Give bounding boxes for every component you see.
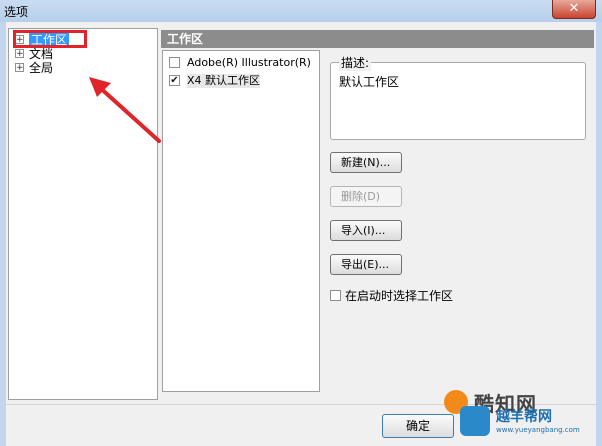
workspace-item-label: Adobe(R) Illustrator(R)	[187, 56, 311, 69]
description-label: 描述:	[339, 54, 372, 71]
title-bar: 选项 ✕	[0, 0, 602, 23]
yueyang-logo-icon	[460, 406, 490, 436]
workspace-item-label: X4 默认工作区	[187, 74, 261, 88]
delete-button[interactable]: 删除(D)	[330, 186, 402, 207]
checkbox-icon[interactable]	[169, 57, 180, 68]
checkbox-icon[interactable]: ✔	[169, 75, 180, 86]
description-text: 默认工作区	[339, 75, 400, 89]
startup-checkbox-label: 在启动时选择工作区	[345, 289, 454, 303]
yueyang-watermark: 越羊帮网 www.yueyangbang.com	[460, 404, 600, 444]
tree-item-label: 文档	[29, 47, 54, 61]
section-header: 工作区	[161, 30, 594, 48]
description-box: 默认工作区	[330, 62, 586, 140]
workspace-list: Adobe(R) Illustrator(R) ✔ X4 默认工作区	[162, 50, 320, 392]
new-button[interactable]: 新建(N)...	[330, 152, 402, 173]
close-icon: ✕	[568, 1, 580, 16]
export-button[interactable]: 导出(E)...	[330, 254, 402, 275]
close-button[interactable]: ✕	[552, 0, 596, 19]
import-button[interactable]: 导入(I)...	[330, 220, 402, 241]
expand-icon[interactable]: +	[15, 63, 24, 73]
yueyang-watermark-url: www.yueyangbang.com	[496, 426, 580, 434]
tree-item-label: 全局	[29, 61, 54, 75]
yueyang-watermark-text: 越羊帮网	[496, 409, 552, 425]
options-dialog: + 工作区 + 文档 + 全局 工作区 Adobe(R) Illustrator…	[6, 22, 596, 446]
annotation-highlight-box	[13, 30, 87, 48]
arrow-annotation-icon	[89, 77, 161, 143]
window-frame-right	[596, 22, 602, 446]
checkbox-icon[interactable]	[330, 290, 341, 301]
expand-icon[interactable]: +	[15, 49, 24, 59]
options-tree: + 工作区 + 文档 + 全局	[8, 28, 161, 400]
window-title: 选项	[4, 5, 29, 19]
